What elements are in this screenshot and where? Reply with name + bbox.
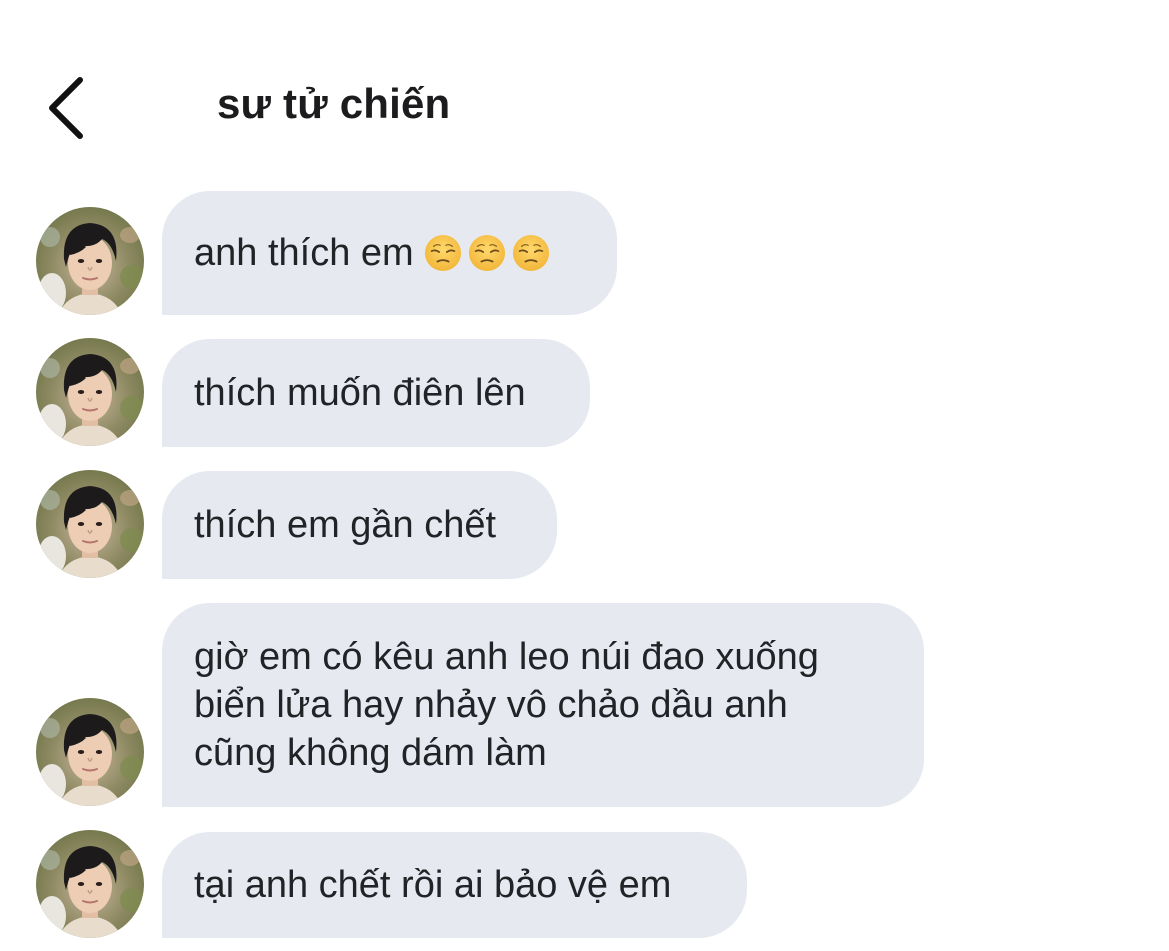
pensive-face-emoji-icon <box>512 234 550 272</box>
avatar[interactable] <box>36 338 144 446</box>
message-bubble[interactable]: tại anh chết rồi ai bảo vệ em <box>162 832 747 938</box>
avatar[interactable] <box>36 698 144 806</box>
message-bubble[interactable]: anh thích em <box>162 191 617 315</box>
message-bubble[interactable]: thích em gần chết <box>162 471 557 579</box>
message-list: anh thích em thích muốn điên lên thích e… <box>0 0 1169 951</box>
avatar[interactable] <box>36 830 144 938</box>
message-text: giờ em có kêu anh leo núi đao xuống biển… <box>194 633 819 777</box>
message-bubble[interactable]: thích muốn điên lên <box>162 339 590 447</box>
message-text: anh thích em <box>194 232 414 274</box>
avatar[interactable] <box>36 207 144 315</box>
message-line: biển lửa hay nhảy vô chảo dầu anh <box>194 684 788 726</box>
message-text: thích muốn điên lên <box>194 372 526 414</box>
message-text: thích em gần chết <box>194 504 497 546</box>
avatar[interactable] <box>36 470 144 578</box>
pensive-face-emoji-icon <box>424 234 462 272</box>
message-line: giờ em có kêu anh leo núi đao xuống <box>194 636 819 678</box>
message-text: tại anh chết rồi ai bảo vệ em <box>194 864 672 906</box>
message-bubble[interactable]: giờ em có kêu anh leo núi đao xuống biển… <box>162 603 924 807</box>
pensive-face-emoji-icon <box>468 234 506 272</box>
message-line: cũng không dám làm <box>194 732 547 774</box>
